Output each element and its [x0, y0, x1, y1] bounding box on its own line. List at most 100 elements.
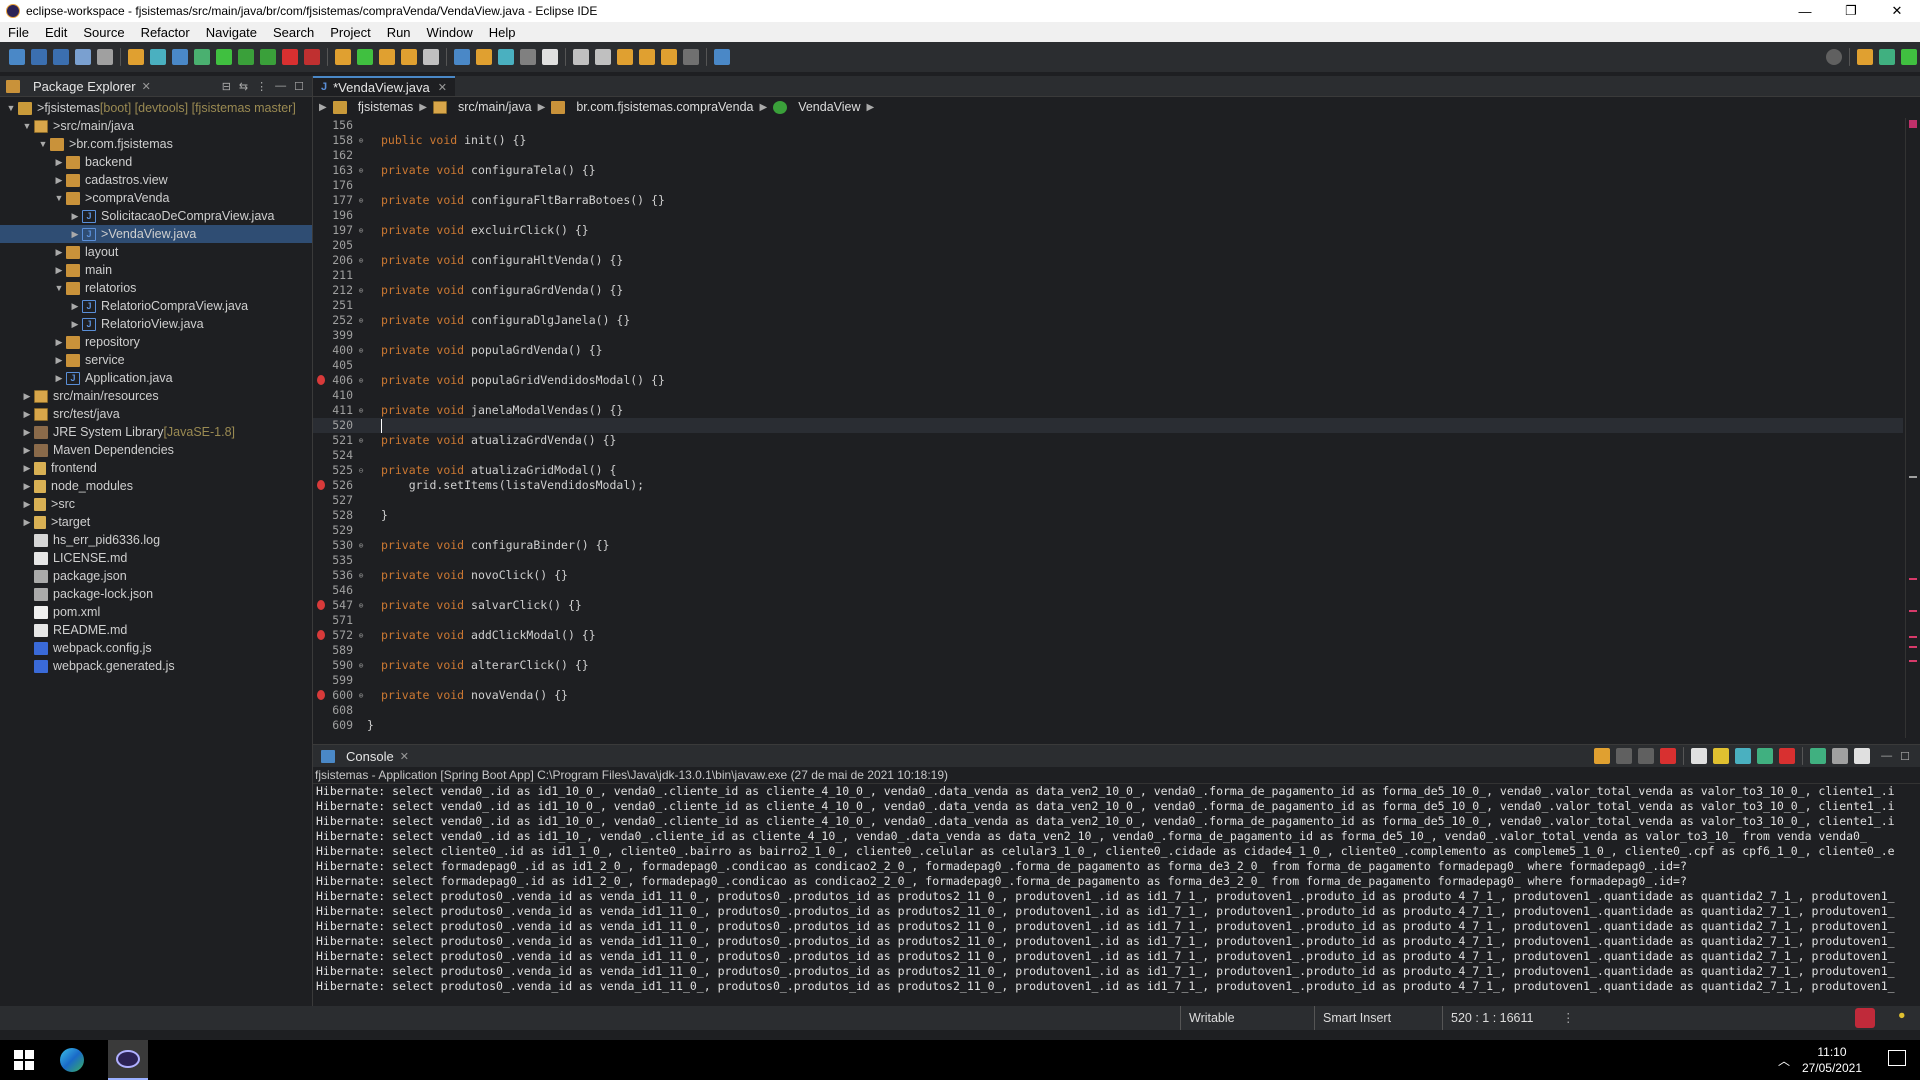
- debug-icon[interactable]: [216, 49, 232, 65]
- link-with-editor-icon[interactable]: ⇆: [239, 80, 248, 93]
- print-icon[interactable]: [75, 49, 91, 65]
- menu-edit[interactable]: Edit: [37, 25, 75, 40]
- debug-perspective-icon[interactable]: [1901, 49, 1917, 65]
- ruler-marker[interactable]: [1909, 476, 1917, 478]
- save-all-icon[interactable]: [53, 49, 69, 65]
- remove-all-icon[interactable]: [1638, 748, 1655, 764]
- code-line[interactable]: 546: [313, 583, 1903, 598]
- fold-toggle-icon[interactable]: ⊕: [355, 343, 367, 358]
- scroll-lock-icon[interactable]: [1713, 748, 1730, 764]
- code-line[interactable]: 196: [313, 208, 1903, 223]
- edge-browser-icon[interactable]: [60, 1048, 84, 1072]
- word-wrap-icon[interactable]: [498, 49, 514, 65]
- chevron-right-icon[interactable]: ▶: [20, 495, 34, 513]
- external-tools-icon[interactable]: [304, 49, 320, 65]
- menu-refactor[interactable]: Refactor: [133, 25, 198, 40]
- tree-item[interactable]: ▶ J RelatorioView.java: [0, 315, 312, 333]
- tree-item[interactable]: ▼ > compraVenda: [0, 189, 312, 207]
- fold-toggle-icon[interactable]: ⊕: [355, 568, 367, 583]
- chevron-right-icon[interactable]: ▶: [52, 171, 66, 189]
- last-edit-location-icon[interactable]: [617, 49, 633, 65]
- fold-toggle-icon[interactable]: ⊕: [355, 373, 367, 388]
- chevron-right-icon[interactable]: ▶: [68, 297, 82, 315]
- code-line[interactable]: 163 ⊕ private void configuraTela() {}: [313, 163, 1903, 178]
- tree-item[interactable]: ▶ service: [0, 351, 312, 369]
- code-line[interactable]: 599: [313, 673, 1903, 688]
- tree-item[interactable]: ▶ cadastros.view: [0, 171, 312, 189]
- code-line[interactable]: 536 ⊕ private void novoClick() {}: [313, 568, 1903, 583]
- forward-arrow-icon[interactable]: [661, 49, 677, 65]
- open-perspective-icon[interactable]: [1857, 49, 1873, 65]
- fold-toggle-icon[interactable]: ⊕: [355, 253, 367, 268]
- tree-item[interactable]: ▶ src/main/resources: [0, 387, 312, 405]
- chevron-right-icon[interactable]: ▶: [68, 315, 82, 333]
- show-on-output-icon[interactable]: [1757, 748, 1774, 764]
- minimize-icon[interactable]: —: [275, 80, 286, 93]
- show-whitespace-icon[interactable]: [542, 49, 558, 65]
- remove-launch-icon[interactable]: [1616, 748, 1633, 764]
- tree-item[interactable]: ▶ Maven Dependencies: [0, 441, 312, 459]
- refresh-icon[interactable]: [128, 49, 144, 65]
- chevron-down-icon[interactable]: ▼: [52, 189, 66, 207]
- menu-project[interactable]: Project: [322, 25, 378, 40]
- tree-item[interactable]: hs_err_pid6336.log: [0, 531, 312, 549]
- stop-icon[interactable]: [282, 49, 298, 65]
- chevron-right-icon[interactable]: ▶: [52, 351, 66, 369]
- tree-item[interactable]: pom.xml: [0, 603, 312, 621]
- menu-search[interactable]: Search: [265, 25, 322, 40]
- code-line[interactable]: 527: [313, 493, 1903, 508]
- fold-toggle-icon[interactable]: ⊕: [355, 628, 367, 643]
- tree-item[interactable]: ▼ > br.com.fjsistemas: [0, 135, 312, 153]
- editor-tab-vendaview[interactable]: J *VendaView.java ✕: [313, 76, 455, 96]
- tree-item[interactable]: webpack.config.js: [0, 639, 312, 657]
- ruler-marker[interactable]: [1909, 610, 1917, 612]
- chevron-right-icon[interactable]: ▶: [68, 225, 82, 243]
- breakpoint-icon[interactable]: [317, 630, 325, 640]
- fold-toggle-icon[interactable]: ⊕: [355, 403, 367, 418]
- ruler-marker[interactable]: [1909, 646, 1917, 648]
- code-line[interactable]: 530 ⊕ private void configuraBinder() {}: [313, 538, 1903, 553]
- open-console-icon[interactable]: [1854, 748, 1871, 764]
- menu-help[interactable]: Help: [481, 25, 524, 40]
- show-on-error-icon[interactable]: [1779, 748, 1796, 764]
- build-icon[interactable]: [97, 49, 113, 65]
- breakpoint-icon[interactable]: [317, 480, 325, 490]
- package-explorer-tab[interactable]: Package Explorer ✕ ⊟ ⇆ ⋮ — ☐: [0, 76, 312, 97]
- fold-toggle-icon[interactable]: ⊕: [355, 133, 367, 148]
- collapse-all-icon[interactable]: ⊟: [222, 80, 231, 93]
- breakpoint-icon[interactable]: [317, 375, 325, 385]
- block-selection-icon[interactable]: [520, 49, 536, 65]
- tree-item[interactable]: ▶ J Application.java: [0, 369, 312, 387]
- task-icon[interactable]: [194, 49, 210, 65]
- close-icon[interactable]: ✕: [400, 750, 409, 763]
- ruler-marker[interactable]: [1909, 636, 1917, 638]
- toggle-highlight-icon[interactable]: [476, 49, 492, 65]
- toggle-mark-occurrences-icon[interactable]: [454, 49, 470, 65]
- fold-toggle-icon[interactable]: ⊕: [355, 163, 367, 178]
- chevron-right-icon[interactable]: ▶: [20, 477, 34, 495]
- chevron-right-icon[interactable]: ▶: [52, 243, 66, 261]
- tree-item[interactable]: ▶ repository: [0, 333, 312, 351]
- code-line[interactable]: 411 ⊕ private void janelaModalVendas() {}: [313, 403, 1903, 418]
- chevron-down-icon[interactable]: ▼: [4, 99, 18, 117]
- notification-icon[interactable]: [1855, 1008, 1875, 1028]
- terminate-icon[interactable]: [1660, 748, 1677, 764]
- menu-file[interactable]: File: [0, 25, 37, 40]
- code-line[interactable]: 526 grid.setItems(listaVendidosModal);: [313, 478, 1903, 493]
- chevron-right-icon[interactable]: ▶: [52, 369, 66, 387]
- code-line[interactable]: 589: [313, 643, 1903, 658]
- tree-item[interactable]: ▶ JRE System Library [JavaSE-1.8]: [0, 423, 312, 441]
- coverage-icon[interactable]: [260, 49, 276, 65]
- pin-editor-icon[interactable]: [714, 49, 730, 65]
- tree-item[interactable]: ▼ > src/main/java: [0, 117, 312, 135]
- ruler-marker[interactable]: [1909, 578, 1917, 580]
- code-line[interactable]: 399: [313, 328, 1903, 343]
- fold-toggle-icon[interactable]: ⊕: [355, 193, 367, 208]
- code-line[interactable]: 206 ⊕ private void configuraHltVenda() {}: [313, 253, 1903, 268]
- tree-item[interactable]: ▶ > target: [0, 513, 312, 531]
- menu-window[interactable]: Window: [419, 25, 481, 40]
- code-line[interactable]: 211: [313, 268, 1903, 283]
- maximize-icon[interactable]: ☐: [1900, 750, 1910, 763]
- tree-item[interactable]: ▶ src/test/java: [0, 405, 312, 423]
- chevron-right-icon[interactable]: ▶: [20, 513, 34, 531]
